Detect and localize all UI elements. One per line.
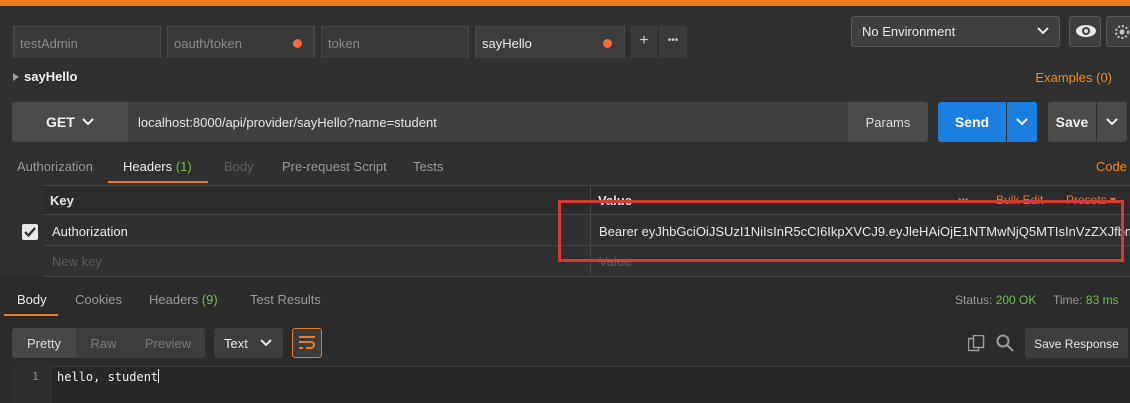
header-enabled-checkbox[interactable] <box>22 224 38 240</box>
tab-pre-request-script[interactable]: Pre-request Script <box>282 159 387 174</box>
search-icon[interactable] <box>996 334 1014 352</box>
url-input[interactable]: localhost:8000/api/provider/sayHello?nam… <box>128 102 848 142</box>
highlight-annotation-box <box>558 200 1124 262</box>
method-select[interactable]: GET <box>12 102 128 142</box>
response-tab-test-results[interactable]: Test Results <box>250 292 321 307</box>
tab-label: Headers <box>149 292 199 307</box>
examples-dropdown[interactable]: Examples (0) <box>1035 70 1112 85</box>
request-name: sayHello <box>24 69 78 84</box>
format-select[interactable]: Text <box>214 328 283 358</box>
new-tab-button[interactable]: + <box>631 26 657 58</box>
status-label: Status: <box>955 293 993 307</box>
chevron-down-icon <box>1106 118 1118 126</box>
status-readout: Status: 200 OK <box>955 293 1036 307</box>
tab-options-button[interactable]: ••• <box>659 26 687 58</box>
tab-label: Pre-request Script <box>282 159 387 174</box>
time-readout: Time: 83 ms <box>1053 293 1119 307</box>
tab-body[interactable]: Body <box>224 159 254 174</box>
text-cursor <box>158 369 160 383</box>
response-body-text: hello, student <box>57 370 159 384</box>
line-number: 1 <box>32 370 39 383</box>
manage-environments-button[interactable] <box>1106 16 1130 47</box>
view-raw-button[interactable]: Raw <box>76 328 131 358</box>
active-response-tab-indicator <box>4 314 58 316</box>
response-tab-headers[interactable]: Headers (9) <box>149 292 218 307</box>
caret-right-icon[interactable] <box>13 73 19 81</box>
save-button[interactable]: Save <box>1048 102 1096 142</box>
tab-headers[interactable]: Headers (1) <box>123 159 192 174</box>
new-key-input[interactable]: New key <box>52 254 102 269</box>
url-input-value: localhost:8000/api/provider/sayHello?nam… <box>138 115 437 130</box>
header-key-field[interactable]: Authorization <box>52 224 128 239</box>
wrap-lines-button[interactable] <box>292 328 322 358</box>
view-pretty-button[interactable]: Pretty <box>12 328 76 358</box>
response-tab-body[interactable]: Body <box>17 292 47 307</box>
request-tab-testadmin[interactable]: testAdmin <box>13 26 161 58</box>
unsaved-dot-icon <box>293 39 302 48</box>
request-tab-label: sayHello <box>482 36 532 51</box>
copy-icon[interactable] <box>968 335 985 352</box>
format-select-value: Text <box>224 336 248 351</box>
top-accent-strip <box>0 0 1130 6</box>
method-select-value: GET <box>46 114 75 130</box>
environment-select[interactable]: No Environment <box>851 16 1060 47</box>
save-options-button[interactable] <box>1097 102 1127 142</box>
response-tab-cookies[interactable]: Cookies <box>75 292 122 307</box>
tab-label: Tests <box>413 159 444 174</box>
environment-quick-look-button[interactable] <box>1069 16 1101 47</box>
chevron-down-icon <box>82 118 94 126</box>
tab-count: (1) <box>175 159 192 174</box>
tab-label: Headers <box>123 159 173 174</box>
code-link[interactable]: Code <box>1096 159 1127 174</box>
environment-select-value: No Environment <box>862 24 956 39</box>
plus-icon: + <box>639 32 649 49</box>
key-column-header: Key <box>50 193 74 208</box>
chevron-down-icon <box>260 339 272 347</box>
request-tab-sayhello[interactable]: sayHello <box>475 26 625 58</box>
unsaved-dot-icon <box>603 39 612 48</box>
chevron-down-icon <box>1016 118 1028 126</box>
active-tab-indicator <box>108 181 208 183</box>
tab-label: Cookies <box>75 292 122 307</box>
request-tab-label: oauth/token <box>174 36 242 51</box>
save-response-button[interactable]: Save Response <box>1025 328 1128 358</box>
check-icon <box>24 227 36 237</box>
tab-label: Authorization <box>17 159 93 174</box>
chevron-down-icon <box>1037 27 1049 35</box>
request-tab-label: testAdmin <box>20 36 78 51</box>
response-body-line: hello, student <box>57 369 160 384</box>
send-button[interactable]: Send <box>938 102 1006 142</box>
params-button[interactable]: Params <box>848 102 928 142</box>
tab-tests[interactable]: Tests <box>413 159 443 174</box>
tab-label: Body <box>17 292 47 307</box>
eye-icon <box>1076 25 1096 37</box>
time-value: 83 ms <box>1085 293 1119 307</box>
request-tab-oauth-token[interactable]: oauth/token <box>167 26 315 58</box>
wrap-lines-icon <box>299 336 315 349</box>
tab-label: Test Results <box>250 292 321 307</box>
response-body-editor[interactable] <box>12 366 1130 403</box>
status-value: 200 OK <box>995 293 1037 307</box>
request-tab-label: token <box>328 36 360 51</box>
tab-count: (9) <box>201 292 218 307</box>
tab-authorization[interactable]: Authorization <box>17 159 93 174</box>
request-tab-token[interactable]: token <box>321 26 469 58</box>
tab-label: Body <box>224 159 254 174</box>
more-icon: ••• <box>667 35 679 46</box>
time-label: Time: <box>1053 293 1083 307</box>
view-preview-button[interactable]: Preview <box>131 328 205 358</box>
gear-icon <box>1115 25 1129 39</box>
send-options-button[interactable] <box>1007 102 1037 142</box>
